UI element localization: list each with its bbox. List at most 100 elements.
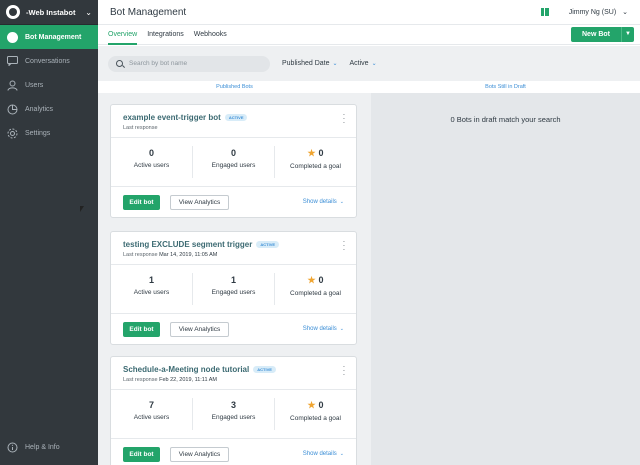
chevron-down-icon: ⌄ [85, 7, 92, 17]
tab-bar: Overview Integrations Webhooks New Bot ▼ [98, 25, 640, 45]
engaged-users-label: Engaged users [211, 289, 256, 296]
search-placeholder: Search by bot name [129, 60, 188, 67]
sidebar-item-label: Help & Info [25, 443, 60, 451]
show-details-link[interactable]: Show details ⌄ [303, 199, 344, 205]
sidebar-item-label: Users [25, 81, 44, 89]
search-input[interactable]: Search by bot name [108, 55, 270, 72]
sort-dropdown[interactable]: Published Date ⌄ [282, 60, 338, 67]
page-title: Bot Management [110, 6, 187, 18]
chat-icon [6, 55, 19, 68]
sort-value: Published Date [282, 60, 330, 67]
completed-count: 0 [318, 400, 324, 410]
sidebar-item-settings[interactable]: Settings [0, 121, 98, 145]
bot-stats: 0 Active users 0 Engaged users ★ 0 Completed… [111, 137, 356, 187]
last-response: Last response Feb 22, 2019, 11:11 AM [123, 377, 217, 383]
filter-bar: Search by bot name Published Date ⌄ Activ… [98, 46, 640, 81]
active-users-count: 7 [148, 400, 154, 410]
edit-bot-button[interactable]: Edit bot [123, 446, 160, 462]
status-dropdown[interactable]: Active ⌄ [350, 60, 377, 67]
bot-icon [6, 31, 19, 44]
engaged-users-count: 1 [230, 275, 236, 285]
active-users-count: 0 [148, 148, 154, 158]
edit-bot-button[interactable]: Edit bot [123, 194, 160, 210]
completed-count: 0 [318, 148, 324, 158]
workspace-switcher[interactable]: -Web Instabot ⌄ [0, 0, 98, 25]
workspace-name: -Web Instabot [26, 7, 76, 17]
active-users-label: Active users [133, 414, 170, 421]
draft-column-header: Bots Still in Draft [371, 81, 640, 93]
status-value: Active [349, 60, 369, 67]
engaged-users-label: Engaged users [211, 162, 256, 169]
chevron-down-icon: ⌄ [622, 9, 628, 16]
status-badge: ACTIVE [253, 366, 276, 373]
engaged-users-count: 0 [230, 148, 236, 158]
tab-overview[interactable]: Overview [108, 25, 138, 45]
active-users-label: Active users [133, 289, 170, 296]
star-icon: ★ [307, 148, 316, 158]
chevron-down-icon: ⌄ [371, 61, 377, 67]
sidebar: -Web Instabot ⌄ Bot Management Conversat… [0, 0, 98, 465]
more-icon[interactable]: · · · [342, 238, 346, 254]
chevron-down-icon: ⌄ [332, 61, 338, 67]
analytics-icon [6, 103, 19, 116]
sidebar-item-conversations[interactable]: Conversations [0, 49, 98, 73]
search-icon [116, 60, 123, 67]
star-icon: ★ [307, 275, 316, 285]
bot-name[interactable]: testing EXCLUDE segment trigger [123, 240, 252, 249]
bot-stats: 1 Active users 1 Engaged users ★ 0 Completed… [111, 264, 356, 314]
tab-integrations[interactable]: Integrations [147, 25, 184, 45]
more-icon[interactable]: · · · [342, 363, 346, 379]
header: Bot Management Jimmy Ng (SU) ⌄ [98, 0, 640, 25]
chevron-down-icon[interactable]: ▼ [621, 27, 634, 42]
new-bot-label: New Bot [582, 31, 610, 38]
last-response: Last response [123, 125, 158, 131]
draft-empty-message: 0 Bots in draft match your search [450, 115, 561, 124]
last-response: Last response Mar 14, 2019, 11:05 AM [123, 252, 218, 258]
sidebar-item-help[interactable]: Help & Info [0, 435, 98, 459]
sidebar-item-label: Bot Management [25, 33, 82, 41]
show-details-link[interactable]: Show details ⌄ [303, 326, 344, 332]
sidebar-item-analytics[interactable]: Analytics [0, 97, 98, 121]
active-users-label: Active users [133, 162, 170, 169]
sidebar-item-users[interactable]: Users [0, 73, 98, 97]
more-icon[interactable]: · · · [342, 111, 346, 127]
draft-column: Bots Still in Draft 0 Bots in draft matc… [371, 81, 640, 465]
published-column-header: Published Bots [98, 81, 371, 93]
sidebar-item-label: Settings [25, 129, 51, 137]
bot-card: example event-trigger bot ACTIVE Last res… [110, 104, 357, 218]
active-users-count: 1 [148, 275, 154, 285]
edit-bot-button[interactable]: Edit bot [123, 321, 160, 337]
status-badge: ACTIVE [224, 114, 248, 121]
star-icon: ★ [307, 400, 316, 410]
bot-stats: 7 Active users 3 Engaged users ★ 0 Completed… [111, 389, 356, 439]
view-analytics-button[interactable]: View Analytics [170, 194, 229, 210]
completed-count: 0 [318, 275, 324, 285]
tab-webhooks[interactable]: Webhooks [194, 25, 227, 45]
view-analytics-button[interactable]: View Analytics [170, 321, 229, 337]
sidebar-item-bot-management[interactable]: Bot Management [0, 25, 98, 49]
chevron-down-icon: ⌄ [339, 451, 344, 457]
completed-label: Completed a goal [290, 415, 341, 422]
bot-card: Schedule-a-Meeting node tutorial ACTIVE L… [110, 356, 357, 465]
show-details-link[interactable]: Show details ⌄ [303, 451, 344, 457]
info-icon [6, 441, 19, 454]
user-menu[interactable]: Jimmy Ng (SU) ⌄ [569, 8, 628, 16]
bot-name[interactable]: Schedule-a-Meeting node tutorial [123, 365, 249, 374]
user-icon [6, 79, 19, 92]
engaged-users-count: 3 [230, 400, 236, 410]
sidebar-item-label: Analytics [25, 105, 54, 113]
user-name: Jimmy Ng (SU) [568, 9, 617, 16]
chevron-down-icon: ⌄ [339, 199, 344, 205]
engaged-users-label: Engaged users [211, 414, 256, 421]
new-bot-button[interactable]: New Bot ▼ [571, 27, 634, 42]
status-badge: ACTIVE [256, 241, 280, 248]
sidebar-item-label: Conversations [25, 57, 70, 65]
bot-card: testing EXCLUDE segment trigger ACTIVE La… [110, 231, 357, 345]
bot-name[interactable]: example event-trigger bot [123, 113, 221, 122]
completed-label: Completed a goal [290, 290, 341, 297]
chevron-down-icon: ⌄ [339, 326, 344, 332]
published-column: Published Bots example event-trigger bot… [98, 81, 371, 465]
book-icon[interactable] [540, 8, 549, 16]
view-analytics-button[interactable]: View Analytics [170, 446, 229, 462]
mouse-cursor [80, 206, 84, 212]
